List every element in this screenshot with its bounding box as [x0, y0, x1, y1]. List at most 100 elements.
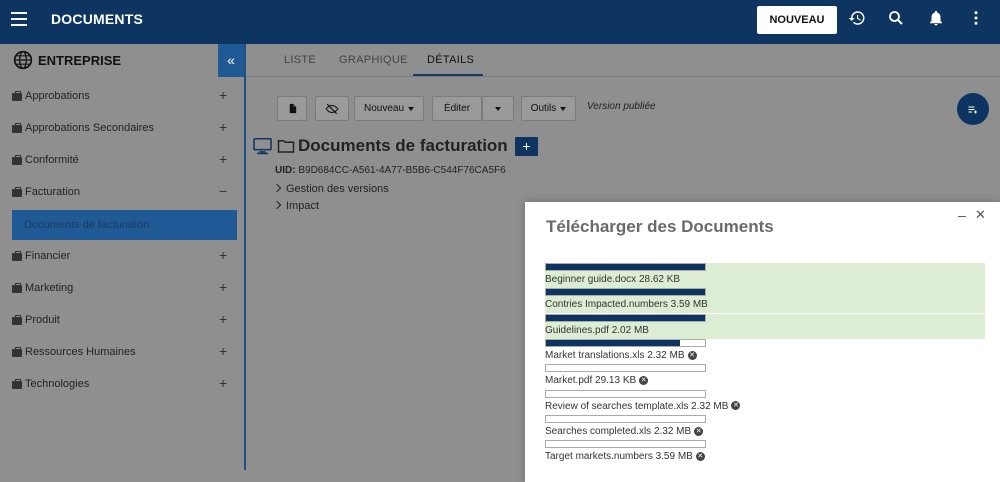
tree-item-versions[interactable]: Gestion des versions [272, 183, 389, 195]
collapse-sidebar-button[interactable]: « [218, 44, 244, 77]
upload-file-name-text: Contries Impacted.numbers 3.59 MB [545, 299, 708, 311]
expand-icon[interactable]: + [219, 87, 227, 103]
editer-label: Éditer [443, 103, 471, 114]
playlist-add-icon [968, 106, 977, 114]
expand-icon[interactable]: + [219, 311, 227, 327]
briefcase-icon [12, 283, 22, 293]
visibility-off-icon [325, 103, 339, 114]
bell-icon[interactable] [927, 9, 945, 27]
sidebar-item-label: Marketing [25, 282, 74, 294]
sidebar-item-label: Approbations [25, 90, 90, 102]
nouveau-dropdown[interactable]: Nouveau [354, 96, 424, 121]
sidebar-item-label: Produit [25, 314, 60, 326]
sidebar-subitem-documents-facturation[interactable]: Documents de facturation [12, 210, 237, 240]
chevron-down-icon [560, 106, 567, 111]
upload-file-name-text: Review of searches template.xls 2.32 MB [545, 400, 729, 412]
menu-icon[interactable] [11, 12, 27, 26]
upload-file-row: Beginner guide.docx 28.62 KB [545, 263, 985, 288]
upload-file-name: Market translations.xls 2.32 MB ✕ [545, 350, 697, 361]
expand-icon[interactable]: + [219, 343, 227, 359]
sidebar-item-label: Conformité [25, 154, 79, 166]
document-title: Documents de facturation [298, 136, 508, 155]
sidebar-item-approbations-secondaires[interactable]: Approbations Secondaires + [0, 113, 244, 145]
document-uid: UID: B9D684CC-A561-4A77-B5B6-C544F76CA5F… [275, 165, 506, 176]
briefcase-icon [12, 379, 22, 389]
upload-progress-fill [546, 339, 680, 346]
upload-file-row: Market translations.xls 2.32 MB ✕ [545, 338, 985, 364]
cancel-icon[interactable]: ✕ [687, 350, 697, 360]
top-app-bar: DOCUMENTS NOUVEAU [0, 0, 1000, 44]
briefcase-icon [12, 123, 22, 133]
nouveau-label: Nouveau [363, 103, 405, 114]
tab-details[interactable]: DÉTAILS [427, 54, 474, 66]
expand-icon[interactable]: + [219, 151, 227, 167]
search-icon[interactable] [887, 9, 905, 27]
close-icon[interactable]: ✕ [975, 207, 986, 223]
tab-liste[interactable]: LISTE [284, 54, 316, 66]
enterprise-title: ENTREPRISE [38, 53, 122, 68]
upload-file-name-text: Target markets.numbers 3.59 MB [545, 451, 693, 463]
briefcase-icon [12, 251, 22, 261]
history-icon[interactable] [848, 9, 866, 27]
upload-file-name: Target markets.numbers 3.59 MB ✕ [545, 451, 705, 462]
sidebar-item-financier[interactable]: Financier + [0, 241, 244, 273]
tree-item-impact[interactable]: Impact [272, 200, 320, 212]
expand-icon[interactable]: + [219, 375, 227, 391]
cancel-icon[interactable]: ✕ [694, 426, 704, 436]
upload-file-row: Searches completed.xls 2.32 MB ✕ [545, 414, 985, 440]
document-button[interactable] [277, 96, 307, 121]
editer-button[interactable]: Éditer [432, 96, 482, 121]
expand-icon[interactable]: + [219, 247, 227, 263]
expand-icon[interactable]: + [219, 119, 227, 135]
upload-file-row: Market.pdf 29.13 KB ✕ [545, 364, 985, 389]
upload-progress-fill [546, 289, 705, 296]
sidebar-item-marketing[interactable]: Marketing + [0, 273, 244, 305]
sidebar-item-technologies[interactable]: Technologies + [0, 369, 244, 401]
uid-value: B9D684CC-A561-4A77-B5B6-C544F76CA5F6 [298, 165, 506, 176]
folder-icon [277, 140, 295, 153]
sidebar-item-label: Facturation [25, 186, 81, 198]
sidebar-item-facturation[interactable]: Facturation − [0, 177, 244, 209]
cancel-icon[interactable]: ✕ [731, 401, 741, 411]
sidebar-item-label: Financier [25, 250, 71, 262]
add-button[interactable]: + [515, 137, 538, 156]
cancel-icon[interactable]: ✕ [695, 451, 705, 461]
upload-file-name-text: Guidelines.pdf 2.02 MB [545, 324, 649, 336]
sidebar-item-ressources-humaines[interactable]: Ressources Humaines + [0, 337, 244, 369]
briefcase-icon [12, 187, 22, 197]
upload-progress-fill [546, 264, 705, 270]
tab-graphique[interactable]: GRAPHIQUE [339, 54, 408, 66]
upload-progress-bar [545, 263, 706, 271]
upload-progress-bar [545, 414, 706, 423]
upload-panel: Télécharger des Documents – ✕ Beginner g… [525, 202, 1000, 482]
upload-file-row: Review of searches template.xls 2.32 MB ✕ [545, 389, 985, 415]
upload-progress-bar [545, 364, 706, 373]
monitor-icon [253, 138, 272, 155]
sidebar-item-conformite[interactable]: Conformité + [0, 145, 244, 177]
sidebar-item-produit[interactable]: Produit + [0, 305, 244, 337]
tabs-divider [246, 76, 1000, 77]
chevron-down-icon [495, 106, 501, 111]
upload-progress-bar [545, 389, 706, 398]
hide-button[interactable] [315, 96, 349, 121]
plus-icon: + [522, 138, 531, 154]
new-button[interactable]: NOUVEAU [757, 6, 837, 34]
briefcase-icon [12, 91, 22, 101]
upload-file-name-text: Market.pdf 29.13 KB [545, 375, 637, 387]
enterprise-header: ENTREPRISE [0, 44, 244, 76]
upload-panel-title: Télécharger des Documents [546, 217, 774, 236]
cancel-icon[interactable]: ✕ [639, 376, 649, 386]
editer-dropdown-toggle[interactable] [482, 96, 514, 121]
upload-file-name: Review of searches template.xls 2.32 MB ✕ [545, 400, 741, 412]
sidebar-item-approbations[interactable]: Approbations + [0, 81, 244, 113]
minimize-icon[interactable]: – [958, 207, 966, 223]
upload-file-row: Target markets.numbers 3.59 MB ✕ [545, 440, 985, 465]
expand-icon[interactable]: + [219, 279, 227, 295]
tree-item-label: Impact [286, 200, 320, 212]
collapse-icon[interactable]: − [219, 183, 227, 199]
side-panel-fab[interactable] [957, 93, 989, 125]
outils-dropdown[interactable]: Outils [521, 96, 576, 121]
upload-file-name: Beginner guide.docx 28.62 KB [545, 274, 680, 285]
more-vert-icon[interactable] [967, 9, 985, 27]
upload-file-name-text: Beginner guide.docx 28.62 KB [545, 274, 681, 285]
